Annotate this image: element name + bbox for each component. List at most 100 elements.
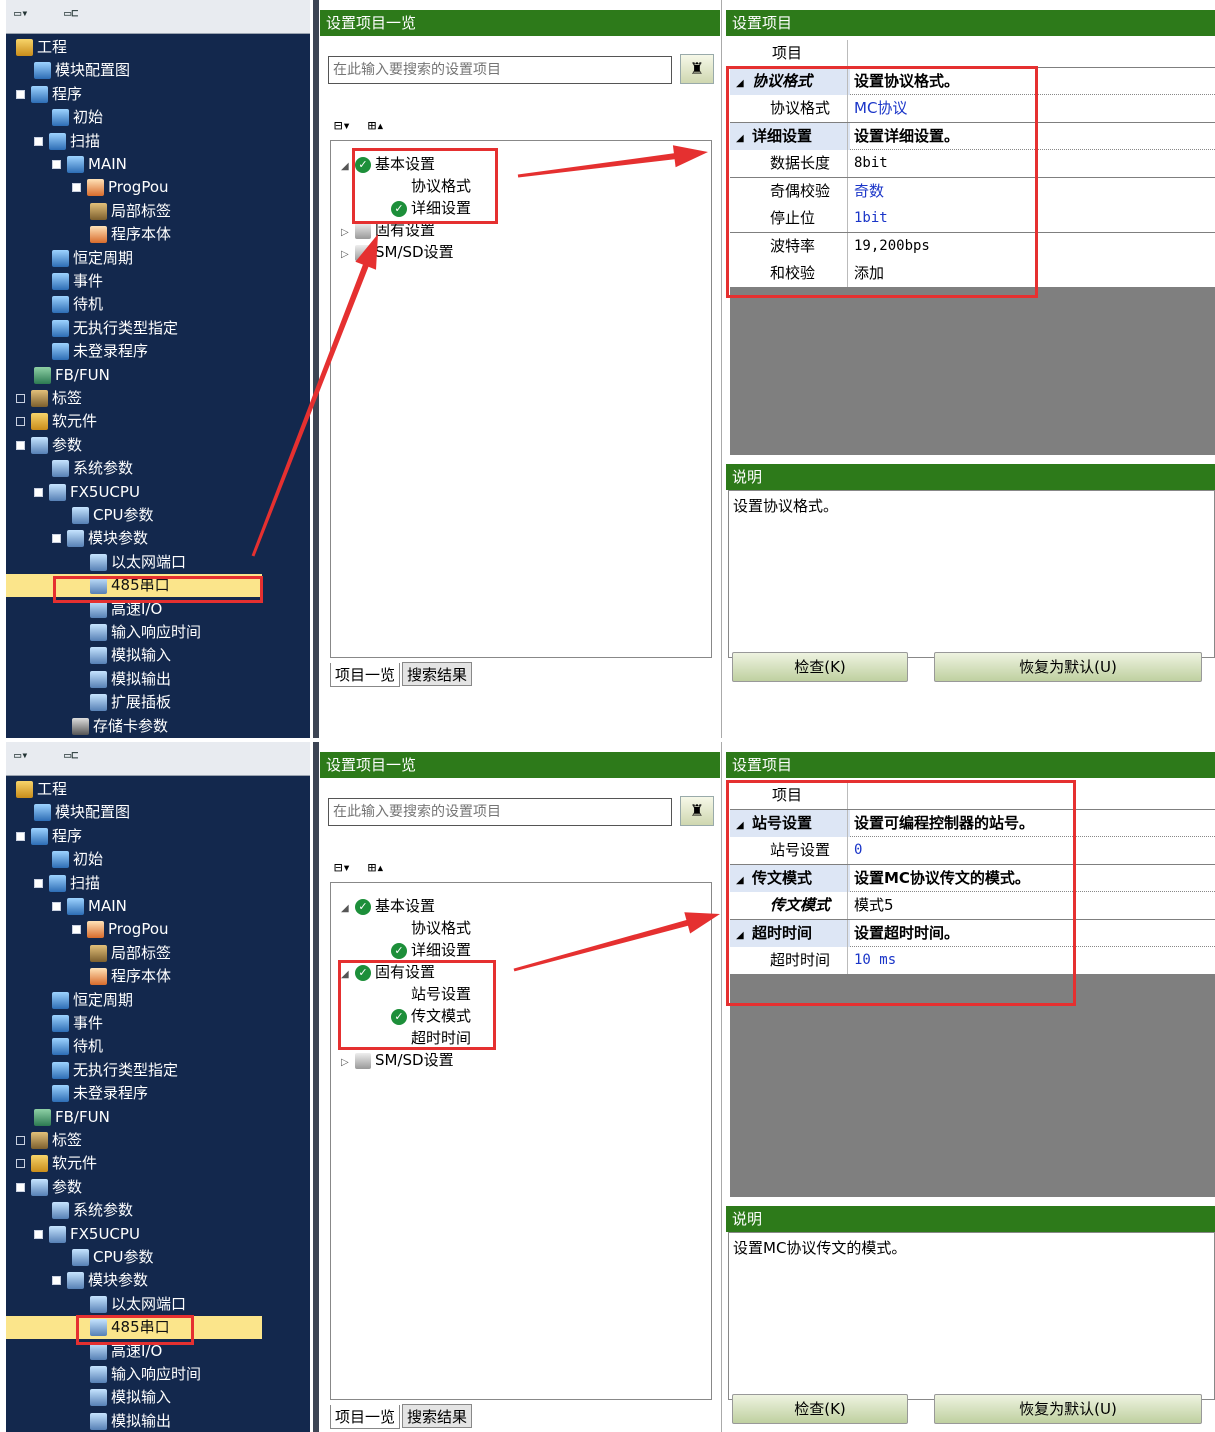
nav-tree-item[interactable]: MAIN	[52, 895, 127, 918]
grid-value-cell[interactable]: 0	[850, 837, 1215, 864]
expand-all-icon[interactable]: ⊟▾	[334, 118, 351, 134]
nav-tree-item[interactable]: 事件	[52, 270, 103, 293]
grid-value-row[interactable]: 超时时间 10 ms	[730, 947, 1215, 974]
collapse-all-icon[interactable]: ⊞▴	[368, 860, 385, 876]
collapse-all-icon[interactable]: ⊞▴	[368, 118, 385, 134]
setting-category[interactable]: ▷ SM/SD设置	[341, 1049, 454, 1071]
tab-item-list[interactable]: 项目一览	[330, 1405, 401, 1429]
nav-tree-item[interactable]: 工程	[16, 36, 67, 59]
nav-tree-item[interactable]: 参数	[16, 1176, 82, 1199]
collapse-arrow-icon[interactable]: ◢	[736, 70, 752, 97]
nav-tree-item[interactable]: 局部标签	[90, 200, 171, 223]
nav-tree-item[interactable]: 标签	[16, 387, 82, 410]
nav-tree-item[interactable]: 扫描	[34, 872, 100, 895]
nav-tree-item[interactable]: 以太网端口	[90, 1293, 186, 1316]
collapse-arrow-icon[interactable]: ◢	[341, 898, 355, 920]
grid-value-cell[interactable]: 10 ms	[850, 947, 1215, 974]
expand-toggle-icon[interactable]	[16, 1159, 25, 1169]
nav-tree-item[interactable]: FX5UCPU	[34, 481, 140, 504]
nav-tree-item[interactable]: 程序本体	[90, 223, 171, 246]
collapse-toggle-icon[interactable]	[34, 487, 43, 497]
nav-tree-item[interactable]: FB/FUN	[34, 364, 110, 387]
grid-value-row[interactable]: 停止位 1bit	[730, 205, 1215, 232]
grid-value-row[interactable]: 数据长度 8bit	[730, 150, 1215, 177]
check-button[interactable]: 检查(K)	[732, 652, 908, 682]
collapse-toggle-icon[interactable]	[52, 1276, 61, 1286]
nav-tree-item[interactable]: 参数	[16, 434, 82, 457]
expand-arrow-icon[interactable]: ▷	[341, 1052, 355, 1074]
tree-toggle-icon[interactable]: ▭▾	[14, 6, 28, 20]
nav-tree-item[interactable]: 软元件	[16, 1152, 97, 1175]
splitter-right[interactable]	[721, 742, 725, 1432]
nav-tree-item[interactable]: FB/FUN	[34, 1106, 110, 1129]
setting-item[interactable]: 协议格式	[391, 917, 471, 939]
splitter[interactable]	[313, 0, 319, 738]
setting-item[interactable]: ✓ 详细设置	[391, 939, 471, 961]
setting-item[interactable]: 超时时间	[391, 1027, 471, 1049]
nav-tree-item[interactable]: 初始	[52, 848, 103, 871]
search-input[interactable]	[328, 56, 672, 84]
restore-default-button[interactable]: 恢复为默认(U)	[934, 1394, 1202, 1424]
collapse-toggle-icon[interactable]	[52, 160, 61, 169]
nav-tree-item[interactable]: 程序	[16, 825, 82, 848]
nav-tree-item[interactable]: 模块参数	[52, 527, 148, 550]
nav-tree-item[interactable]: 软元件	[16, 410, 97, 433]
expand-toggle-icon[interactable]	[16, 1136, 25, 1145]
nav-tree-item[interactable]: 待机	[52, 293, 103, 316]
nav-tree-item[interactable]: ProgPou	[72, 176, 169, 199]
tab-search-results[interactable]: 搜索结果	[402, 1404, 473, 1428]
nav-tree-item[interactable]: 高速I/O	[90, 1340, 162, 1363]
grid-value-row[interactable]: 传文模式 模式5	[730, 892, 1215, 919]
nav-tree-item[interactable]: 485串口	[6, 574, 262, 598]
nav-tree-item[interactable]: 扫描	[34, 130, 100, 153]
nav-tree-item[interactable]: CPU参数	[72, 1246, 154, 1269]
search-input[interactable]	[328, 798, 672, 826]
grid-value-row[interactable]: 和校验 添加	[730, 260, 1215, 287]
grid-value-cell[interactable]: 模式5	[850, 892, 1215, 919]
grid-value-cell[interactable]: 19,200bps	[850, 233, 1215, 260]
collapse-arrow-icon[interactable]: ◢	[736, 125, 752, 152]
splitter-right[interactable]	[721, 0, 725, 738]
collapse-arrow-icon[interactable]: ◢	[736, 812, 752, 839]
collapse-arrow-icon[interactable]: ◢	[341, 156, 355, 178]
tree-collapse-icon[interactable]: ▭⊏	[64, 6, 78, 20]
nav-tree-item[interactable]: 标签	[16, 1129, 82, 1152]
nav-tree-item[interactable]: 系统参数	[52, 457, 133, 480]
nav-tree-item[interactable]: 扩展插板	[90, 691, 171, 714]
nav-tree-item[interactable]: 模拟输入	[90, 644, 171, 667]
setting-item[interactable]: ✓ 详细设置	[391, 197, 471, 219]
grid-value-row[interactable]: 波特率 19,200bps	[730, 232, 1215, 260]
nav-tree-item[interactable]: 程序本体	[90, 965, 171, 988]
grid-value-cell[interactable]: 添加	[850, 260, 1215, 287]
collapse-toggle-icon[interactable]	[52, 534, 61, 544]
setting-category[interactable]: ▷ SM/SD设置	[341, 241, 454, 263]
tree-collapse-icon[interactable]: ▭⊏	[64, 748, 78, 762]
collapse-arrow-icon[interactable]: ◢	[341, 964, 355, 986]
setting-item[interactable]: ✓ 传文模式	[391, 1005, 471, 1027]
collapse-toggle-icon[interactable]	[34, 1229, 43, 1239]
expand-arrow-icon[interactable]: ▷	[341, 244, 355, 266]
nav-tree-item[interactable]: 模拟输出	[90, 1410, 171, 1432]
expand-all-icon[interactable]: ⊟▾	[334, 860, 351, 876]
restore-default-button[interactable]: 恢复为默认(U)	[934, 652, 1202, 682]
grid-value-cell[interactable]: MC协议	[850, 95, 1215, 122]
collapse-arrow-icon[interactable]: ◢	[736, 867, 752, 894]
search-button[interactable]: ♜	[680, 54, 714, 84]
nav-tree-item[interactable]: 恒定周期	[52, 989, 133, 1012]
nav-tree-item[interactable]: 无执行类型指定	[52, 317, 178, 340]
setting-category[interactable]: ◢ ✓ 基本设置	[341, 895, 435, 917]
collapse-toggle-icon[interactable]	[52, 902, 61, 911]
nav-tree-item[interactable]: 模拟输入	[90, 1386, 171, 1409]
nav-tree-item[interactable]: 程序	[16, 83, 82, 106]
collapse-toggle-icon[interactable]	[34, 878, 43, 888]
collapse-toggle-icon[interactable]	[16, 831, 25, 841]
grid-value-row[interactable]: 协议格式 MC协议	[730, 95, 1215, 122]
splitter[interactable]	[313, 742, 319, 1432]
tree-toggle-icon[interactable]: ▭▾	[14, 748, 28, 762]
nav-tree-item[interactable]: 模块配置图	[34, 59, 130, 82]
collapse-toggle-icon[interactable]	[16, 1182, 25, 1192]
setting-item[interactable]: 站号设置	[391, 983, 471, 1005]
collapse-toggle-icon[interactable]	[34, 136, 43, 146]
nav-tree-item[interactable]: 485串口	[6, 1316, 262, 1340]
setting-category[interactable]: ▷ 固有设置	[341, 219, 435, 241]
